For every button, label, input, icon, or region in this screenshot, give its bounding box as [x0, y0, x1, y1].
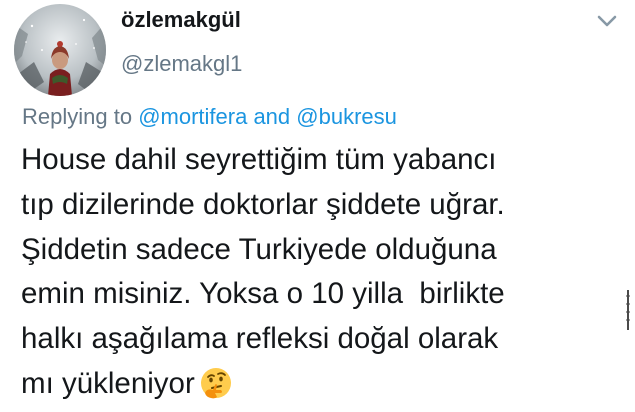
tweet-last-line: mı yükleniyor	[21, 362, 621, 412]
mention-link-mortifera[interactable]: @mortifera	[138, 104, 247, 129]
thinking-face-emoji-icon	[199, 366, 233, 412]
reply-context: Replying to @mortifera and @bukresu	[22, 104, 397, 130]
reply-prefix: Replying to	[22, 104, 139, 129]
tweet-text-line: House dahil seyrettiğim tüm yabancı	[21, 143, 497, 176]
avatar-photo	[14, 4, 106, 96]
reply-joiner: and	[247, 104, 297, 129]
tweet-text-line: tıp dizilerinde doktorlar şiddete uğrar.	[21, 187, 505, 221]
tweet-text: House dahil seyrettiğim tüm yabancı tıp …	[21, 138, 621, 412]
chevron-down-icon[interactable]	[597, 14, 617, 28]
tweet-text-line: halkı aşağılama refleksi doğal olarak	[21, 322, 499, 356]
scrollbar-fragment	[625, 290, 631, 330]
username-handle[interactable]: @zlemakgl1	[121, 51, 242, 77]
tweet-text-line: Şiddetin sadece Turkiyede olduğuna	[21, 232, 497, 266]
display-name[interactable]: özlemakgül	[121, 7, 241, 33]
avatar[interactable]	[14, 4, 106, 96]
tweet-text-line: emin misiniz. Yoksa o 10 yilla birlikte	[21, 277, 505, 311]
mention-link-bukresu[interactable]: @bukresu	[296, 104, 397, 129]
tweet-text-line: mı yükleniyor	[21, 366, 195, 400]
